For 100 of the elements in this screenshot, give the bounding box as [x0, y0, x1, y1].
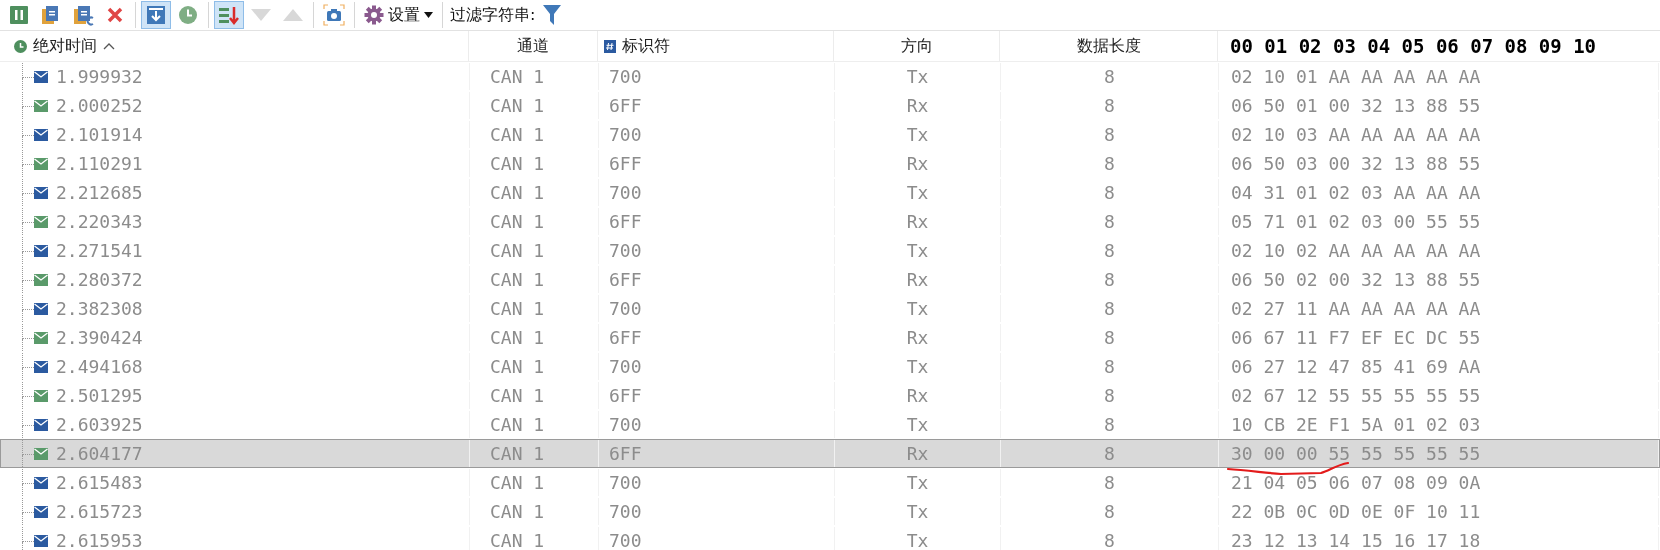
message-row[interactable]: 2.212685 CAN 1 700 Tx 8 04 31 01 02 03 AA AA AA: [0, 178, 1660, 207]
channel-value: CAN 1: [490, 182, 545, 203]
data-bytes: 06 67 11 F7 EF EC DC 55: [1231, 327, 1481, 348]
identifier-value: 700: [609, 414, 642, 435]
direction-value: Rx: [906, 327, 929, 348]
time-value: 1.999932: [56, 66, 143, 87]
column-header[interactable]: 通道: [469, 31, 598, 61]
autoscroll-button[interactable]: [141, 1, 171, 29]
identifier-value: 700: [609, 182, 642, 203]
data-bytes: 30 00 00 55 55 55 55 55: [1231, 443, 1481, 464]
length-value: 8: [1104, 327, 1115, 348]
identifier-value: 6FF: [609, 95, 642, 116]
time-value: 2.382308: [56, 298, 143, 319]
time-value: 2.220343: [56, 211, 143, 232]
direction-value: Rx: [906, 153, 929, 174]
data-bytes: 21 04 05 06 07 08 09 0A: [1231, 472, 1481, 493]
identifier-value: 6FF: [609, 269, 642, 290]
documents-icon: [72, 4, 94, 26]
channel-value: CAN 1: [490, 95, 545, 116]
data-bytes: 23 12 13 14 15 16 17 18: [1231, 530, 1481, 550]
message-row[interactable]: 2.494168 CAN 1 700 Tx 8 06 27 12 47 85 41 69 AA: [0, 352, 1660, 381]
column-header[interactable]: 数据长度: [1000, 31, 1218, 61]
time-value: 2.212685: [56, 182, 143, 203]
message-row[interactable]: 2.603925 CAN 1 700 Tx 8 10 CB 2E F1 5A 01 02 03: [0, 410, 1660, 439]
message-row[interactable]: 2.615483 CAN 1 700 Tx 8 21 04 05 06 07 08 09 0A: [0, 468, 1660, 497]
length-value: 8: [1104, 298, 1115, 319]
data-bytes: 04 31 01 02 03 AA AA AA: [1231, 182, 1481, 203]
length-value: 8: [1104, 153, 1115, 174]
message-row[interactable]: 2.271541 CAN 1 700 Tx 8 02 10 02 AA AA AA AA AA: [0, 236, 1660, 265]
message-row[interactable]: 2.501295 CAN 1 6FF Rx 8 02 67 12 55 55 55 55 55: [0, 381, 1660, 410]
direction-value: Tx: [906, 356, 929, 377]
identifier-value: 6FF: [609, 211, 642, 232]
sort-button[interactable]: [214, 1, 244, 29]
length-value: 8: [1104, 269, 1115, 290]
settings-icon: [364, 5, 384, 25]
identifier-value: 700: [609, 501, 642, 522]
sort-ascending-icon: [103, 42, 115, 50]
message-row[interactable]: 2.101914 CAN 1 700 Tx 8 02 10 03 AA AA AA AA AA: [0, 120, 1660, 149]
length-value: 8: [1104, 356, 1115, 377]
channel-value: CAN 1: [490, 124, 545, 145]
message-row[interactable]: 2.390424 CAN 1 6FF Rx 8 06 67 11 F7 EF EC DC 55: [0, 323, 1660, 352]
length-value: 8: [1104, 95, 1115, 116]
channel-value: CAN 1: [490, 211, 545, 232]
direction-value: Tx: [906, 414, 929, 435]
direction-value: Tx: [906, 472, 929, 493]
triangle-down-icon: [250, 8, 272, 22]
direction-value: Tx: [906, 182, 929, 203]
message-row[interactable]: 2.604177 CAN 1 6FF Rx 8 30 00 00 55 55 55 55 55: [0, 439, 1660, 468]
time-value: 2.390424: [56, 327, 143, 348]
channel-value: CAN 1: [490, 240, 545, 261]
message-row[interactable]: 2.615953 CAN 1 700 Tx 8 23 12 13 14 15 16 17 18: [0, 526, 1660, 550]
column-header[interactable]: 方向: [834, 31, 1000, 61]
time-value: 2.000252: [56, 95, 143, 116]
identifier-value: 6FF: [609, 327, 642, 348]
length-value: 8: [1104, 124, 1115, 145]
data-bytes: 05 71 01 02 03 00 55 55: [1231, 211, 1481, 232]
data-bytes: 22 0B 0C 0D 0E 0F 10 11: [1231, 501, 1481, 522]
direction-value: Tx: [906, 530, 929, 550]
channel-value: CAN 1: [490, 443, 545, 464]
length-value: 8: [1104, 414, 1115, 435]
triangle-up-icon: [282, 8, 304, 22]
direction-value: Tx: [906, 240, 929, 261]
identifier-value: 6FF: [609, 443, 642, 464]
direction-value: Rx: [906, 269, 929, 290]
direction-value: Tx: [906, 124, 929, 145]
time-value: 2.271541: [56, 240, 143, 261]
direction-value: Rx: [906, 443, 929, 464]
column-header[interactable]: 标识符: [598, 31, 834, 61]
message-row[interactable]: 2.280372 CAN 1 6FF Rx 8 06 50 02 00 32 13 88 55: [0, 265, 1660, 294]
filter-icon: [542, 4, 563, 26]
settings-menu-button[interactable]: 设置: [360, 1, 437, 29]
time-value: 2.615483: [56, 472, 143, 493]
direction-value: Rx: [906, 211, 929, 232]
channel-value: CAN 1: [490, 414, 545, 435]
time-value: 2.101914: [56, 124, 143, 145]
channel-value: CAN 1: [490, 501, 545, 522]
message-row[interactable]: 2.220343 CAN 1 6FF Rx 8 05 71 01 02 03 00 55 55: [0, 207, 1660, 236]
data-bytes: 06 50 03 00 32 13 88 55: [1231, 153, 1481, 174]
pause-icon: [9, 5, 29, 25]
direction-value: Tx: [906, 501, 929, 522]
identifier-value: 700: [609, 240, 642, 261]
message-row[interactable]: 1.999932 CAN 1 700 Tx 8 02 10 01 AA AA AA AA AA: [0, 62, 1660, 91]
message-row[interactable]: 2.000252 CAN 1 6FF Rx 8 06 50 01 00 32 13 88 55: [0, 91, 1660, 120]
message-row[interactable]: 2.110291 CAN 1 6FF Rx 8 06 50 03 00 32 13 88 55: [0, 149, 1660, 178]
column-header[interactable]: 绝对时间: [0, 31, 469, 61]
data-bytes: 02 10 01 AA AA AA AA AA: [1231, 66, 1481, 87]
data-bytes: 02 67 12 55 55 55 55 55: [1231, 385, 1481, 406]
direction-value: Tx: [906, 66, 929, 87]
length-value: 8: [1104, 211, 1115, 232]
sort-down-icon: [218, 5, 240, 25]
channel-value: CAN 1: [490, 385, 545, 406]
cross-icon: [106, 6, 124, 24]
message-row[interactable]: 2.382308 CAN 1 700 Tx 8 02 27 11 AA AA AA AA AA: [0, 294, 1660, 323]
column-header[interactable]: 00 01 02 03 04 05 06 07 08 09 10: [1218, 31, 1660, 61]
channel-value: CAN 1: [490, 530, 545, 550]
length-value: 8: [1104, 443, 1115, 464]
length-value: 8: [1104, 182, 1115, 203]
time-value: 2.604177: [56, 443, 143, 464]
filter-label: 过滤字符串:: [450, 4, 536, 26]
message-row[interactable]: 2.615723 CAN 1 700 Tx 8 22 0B 0C 0D 0E 0F 10 11: [0, 497, 1660, 526]
